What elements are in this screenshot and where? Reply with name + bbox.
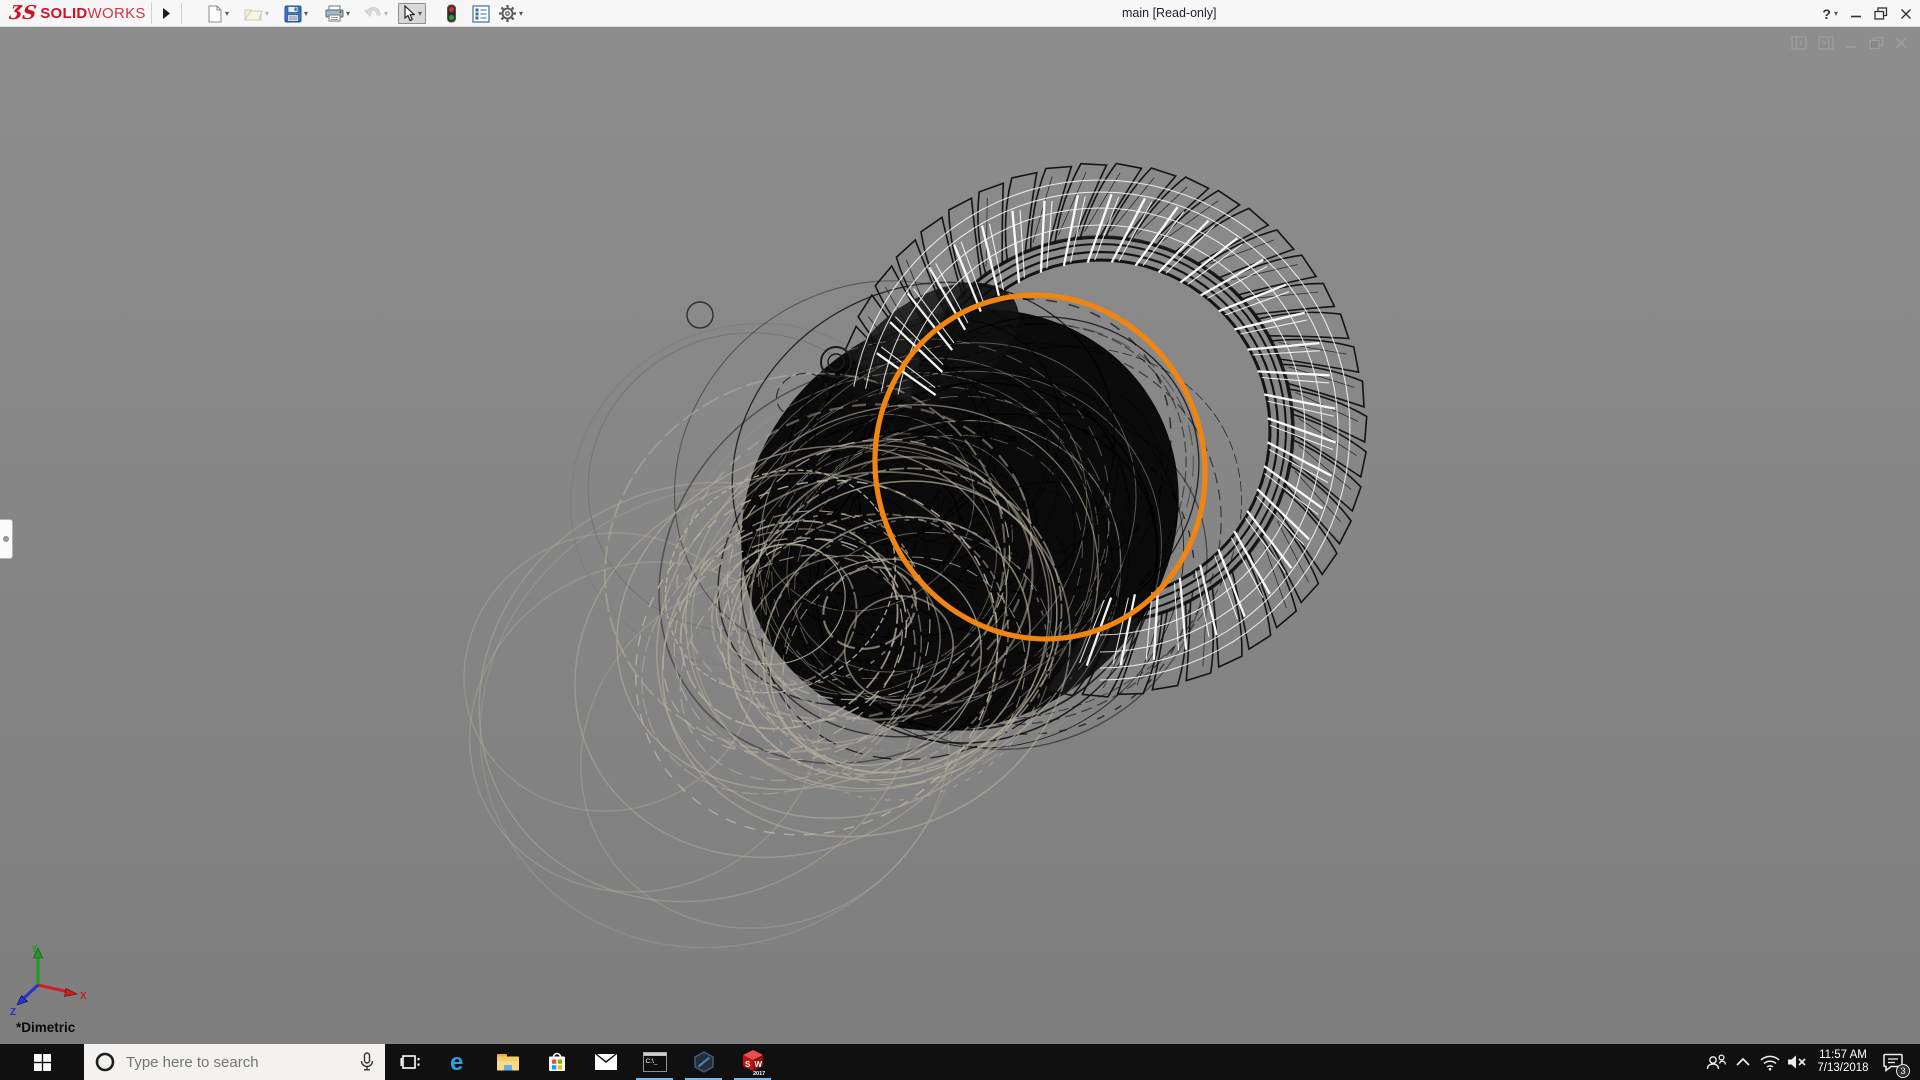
list-form-icon: [472, 4, 490, 23]
separator: [151, 3, 152, 24]
open-folder-icon: [244, 9, 263, 20]
window-title: main [Read-only]: [1122, 6, 1217, 20]
windows-logo-icon: [33, 1053, 51, 1071]
triad-z-label: Z: [10, 1007, 16, 1018]
triad-y-label: Y: [31, 944, 38, 955]
print-button[interactable]: ▾: [325, 3, 350, 24]
ds-logo-icon: ƷS: [8, 2, 38, 24]
hexagon-app-icon: [693, 1051, 714, 1073]
file-explorer-icon: [496, 1054, 519, 1071]
engine-wireframe-canvas[interactable]: [0, 27, 1920, 1044]
taskbar-app-edge[interactable]: e: [434, 1044, 483, 1080]
brand-name: SOLIDWORKS: [40, 5, 146, 22]
featuremanager-collapsed-tab[interactable]: [0, 519, 13, 559]
detail-circle: [686, 301, 714, 329]
cortana-icon: [95, 1052, 115, 1072]
open-button[interactable]: ▾: [244, 3, 269, 24]
people-button[interactable]: [1702, 1044, 1729, 1080]
new-document-button[interactable]: ▾: [206, 3, 229, 24]
solidworks-logo: ƷS SOLIDWORKS: [8, 0, 146, 27]
mail-icon: [594, 1054, 617, 1070]
taskbar-clock[interactable]: 11:57 AM 7/13/2018: [1810, 1049, 1876, 1075]
view-orientation-label: *Dimetric: [16, 1020, 76, 1035]
traffic-light-icon: [447, 4, 456, 23]
clock-date: 7/13/2018: [1817, 1062, 1869, 1074]
doc-close-button[interactable]: [1895, 36, 1908, 50]
document-window-controls: [1791, 36, 1908, 50]
taskbar-app-mail[interactable]: [581, 1044, 630, 1080]
dropdown-caret[interactable]: ▾: [519, 9, 523, 18]
network-button[interactable]: [1756, 1044, 1783, 1080]
triad-x-label: X: [80, 991, 87, 1002]
titlebar: ƷS SOLIDWORKS ▾ ▾ ▾ ▾ ▾ ▾ ▾ main [Read-o…: [0, 0, 1920, 27]
undo-icon: [364, 7, 381, 17]
start-button[interactable]: [0, 1044, 84, 1080]
dropdown-caret[interactable]: ▾: [225, 9, 229, 18]
microphone-icon[interactable]: [359, 1052, 375, 1072]
doc-restore-button[interactable]: [1869, 36, 1884, 50]
action-center-button[interactable]: 3: [1876, 1044, 1910, 1080]
task-view-button[interactable]: [385, 1044, 434, 1080]
system-tray: 11:57 AM 7/13/2018 3: [1702, 1044, 1920, 1080]
print-icon: [325, 5, 344, 22]
taskbar-app-store[interactable]: [532, 1044, 581, 1080]
search-input[interactable]: [126, 1053, 349, 1071]
model-viewport[interactable]: Y X Z *Dimetric: [0, 27, 1920, 1044]
task-view-icon: [400, 1055, 419, 1069]
chevron-up-icon: [1735, 1057, 1750, 1066]
ghost-ring: [463, 532, 757, 812]
taskbar-app-file-explorer[interactable]: [483, 1044, 532, 1080]
speaker-muted-icon: [1787, 1055, 1806, 1069]
tray-overflow-button[interactable]: [1729, 1044, 1756, 1080]
sw-icon-year: 2017: [753, 1071, 765, 1076]
notification-badge: 3: [1896, 1064, 1910, 1078]
menu-flyout-button[interactable]: [158, 4, 174, 23]
task-pane-button[interactable]: [472, 3, 490, 24]
clock-time: 11:57 AM: [1819, 1049, 1867, 1061]
save-button[interactable]: ▾: [284, 3, 308, 24]
selection-lights-button[interactable]: [446, 3, 457, 24]
undo-button[interactable]: ▾: [364, 3, 388, 24]
sw-icon-s: S: [745, 1060, 751, 1069]
help-button[interactable]: ? ▾: [1822, 6, 1838, 22]
save-floppy-icon: [284, 5, 302, 22]
cmd-icon-text: C:\_: [645, 1058, 657, 1065]
minimize-button[interactable]: [1850, 8, 1862, 20]
svg-text:e: e: [450, 1049, 463, 1075]
dropdown-caret[interactable]: ▾: [304, 9, 308, 18]
taskbar-app-hexagon[interactable]: [679, 1044, 728, 1080]
gear-icon: [499, 5, 516, 22]
dropdown-caret: ▾: [384, 8, 389, 18]
flyout-arrow-icon: [162, 8, 170, 19]
taskbar-search[interactable]: [84, 1044, 385, 1080]
dropdown-caret[interactable]: ▾: [418, 9, 422, 18]
new-document-icon: [208, 5, 222, 22]
restore-button[interactable]: [1874, 7, 1888, 20]
store-icon: [548, 1052, 565, 1071]
dropdown-caret: ▾: [265, 8, 270, 18]
volume-button[interactable]: [1783, 1044, 1810, 1080]
select-tool-button[interactable]: ▾: [398, 3, 427, 24]
taskbar-app-solidworks[interactable]: S W 2017: [728, 1044, 777, 1080]
close-button[interactable]: [1900, 8, 1912, 20]
help-label: ?: [1822, 5, 1831, 22]
pane-right-button[interactable]: [1818, 36, 1834, 50]
solidworks-2017-icon: S W 2017: [742, 1050, 765, 1076]
doc-minimize-button[interactable]: [1845, 36, 1858, 50]
separator: [181, 3, 182, 24]
edge-icon: e: [450, 1049, 463, 1075]
people-icon: [1706, 1054, 1726, 1070]
featuremanager-tab-dot-icon: [3, 536, 9, 542]
options-button[interactable]: ▾: [498, 3, 523, 24]
wifi-icon: [1759, 1055, 1780, 1071]
dropdown-caret[interactable]: ▾: [1834, 9, 1838, 18]
dropdown-caret[interactable]: ▾: [346, 9, 350, 18]
sw-icon-w: W: [754, 1060, 762, 1069]
windows-taskbar: e C:\_: [0, 1044, 1920, 1080]
taskbar-app-command-prompt[interactable]: C:\_: [630, 1044, 679, 1080]
pane-left-button[interactable]: [1791, 36, 1807, 50]
command-prompt-icon: C:\_: [642, 1052, 667, 1072]
select-cursor-icon: [404, 5, 416, 22]
